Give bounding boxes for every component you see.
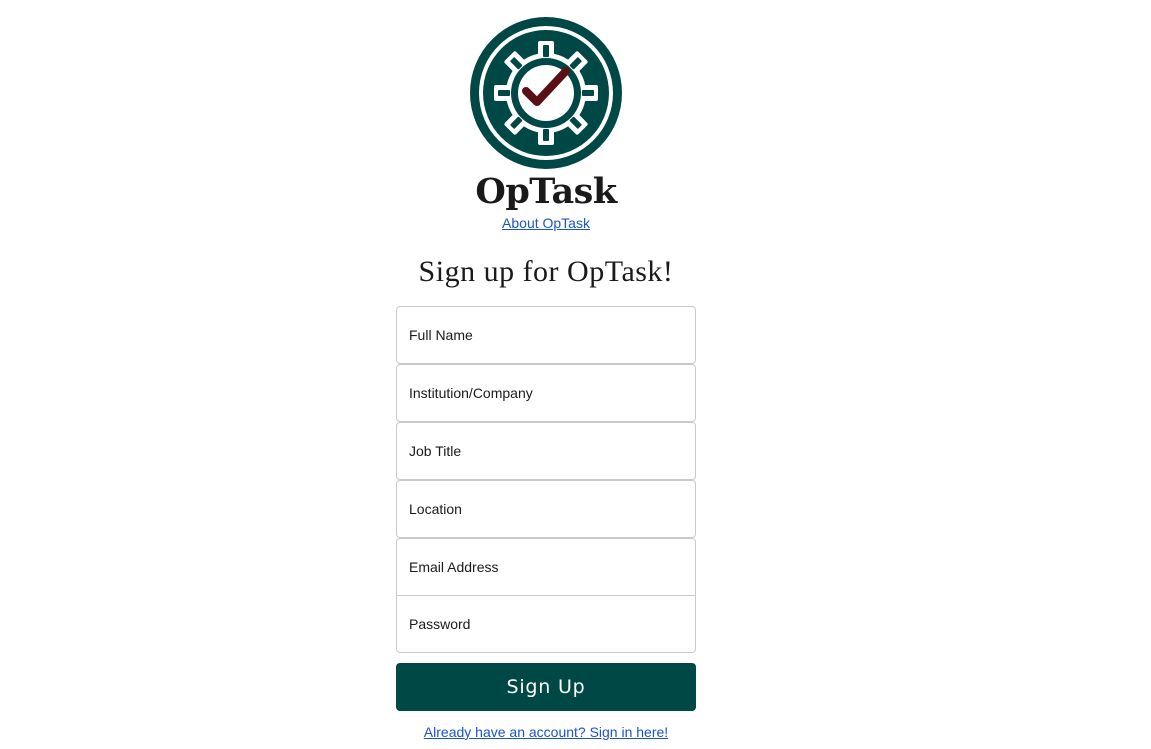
- signup-button[interactable]: Sign Up: [396, 663, 696, 711]
- gear-checkmark-icon: [470, 17, 622, 169]
- job-title-input[interactable]: [396, 422, 696, 480]
- password-input[interactable]: [396, 595, 696, 653]
- brand-name: OpTask: [475, 171, 617, 212]
- email-input[interactable]: [396, 538, 696, 595]
- signup-form: [396, 306, 696, 653]
- signup-page: OpTask About OpTask Sign up for OpTask! …: [0, 0, 1151, 749]
- signin-link[interactable]: Already have an account? Sign in here!: [424, 724, 668, 740]
- form-title: Sign up for OpTask!: [418, 255, 674, 288]
- full-name-input[interactable]: [396, 306, 696, 364]
- institution-input[interactable]: [396, 364, 696, 422]
- location-input[interactable]: [396, 480, 696, 538]
- about-link[interactable]: About OpTask: [502, 215, 590, 231]
